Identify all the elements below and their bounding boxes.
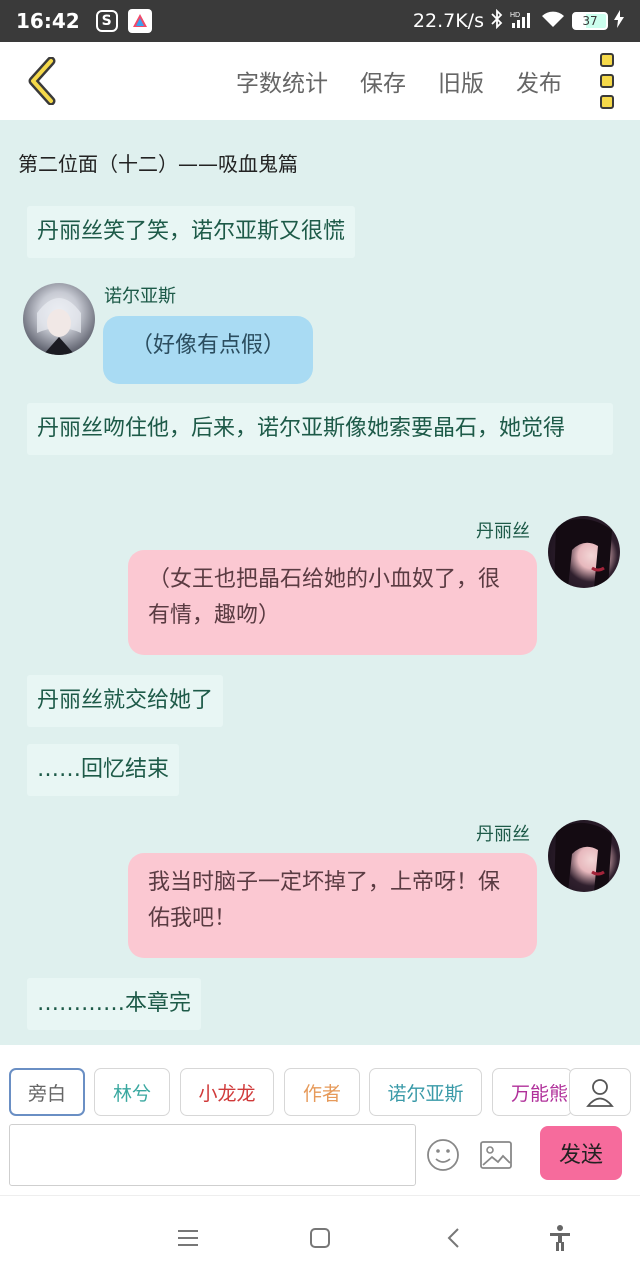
user-icon[interactable] (569, 1068, 631, 1116)
chip-label: 诺尔亚斯 (387, 1082, 464, 1105)
chat-area[interactable]: 第二位面（十二）——吸血鬼篇 丹丽丝笑了笑，诺尔亚斯又很慌 诺尔亚斯 （好像有点… (0, 120, 640, 1045)
word-count-button[interactable]: 字数统计 (236, 64, 328, 98)
character-chip[interactable]: 旁白 (9, 1068, 85, 1116)
chat-bubble-right: （女王也把晶石给她的小血奴了，很有情，趣吻） (128, 550, 537, 655)
narration-message: 丹丽丝笑了笑，诺尔亚斯又很慌 (27, 206, 356, 258)
wifi-icon (540, 9, 566, 34)
chat-bubble-right: 我当时脑子一定坏掉了，上帝呀！保佑我吧！ (128, 853, 537, 958)
speaker-name: 丹丽丝 (476, 824, 530, 845)
character-chip[interactable]: 万能熊 (492, 1068, 572, 1116)
image-icon[interactable] (478, 1137, 514, 1173)
app-a-icon (127, 9, 152, 33)
message-input[interactable] (9, 1124, 416, 1186)
character-chip[interactable]: 诺尔亚斯 (369, 1068, 482, 1116)
back-button[interactable] (12, 51, 72, 111)
home-icon[interactable] (298, 1216, 342, 1260)
chevron-left-icon (28, 57, 56, 105)
hd-signal-icon: HD (510, 9, 534, 34)
avatar-noel[interactable] (23, 283, 95, 355)
emoji-icon[interactable] (425, 1137, 461, 1173)
avatar-danlisi[interactable] (548, 820, 620, 892)
narration-message: …………本章完 (27, 978, 202, 1030)
chip-label: 林兮 (112, 1082, 151, 1105)
chip-label: 万能熊 (511, 1082, 569, 1105)
more-vertical-icon[interactable] (592, 53, 622, 109)
send-button[interactable]: 发送 (540, 1126, 622, 1180)
charging-icon (614, 9, 624, 33)
system-nav-bar (0, 1195, 640, 1280)
battery-icon: 37 (572, 12, 608, 30)
publish-button[interactable]: 发布 (516, 64, 562, 98)
old-version-button[interactable]: 旧版 (438, 64, 484, 98)
menu-icon[interactable] (166, 1216, 210, 1260)
character-chip[interactable]: 作者 (284, 1068, 360, 1116)
narration-message: ……回忆结束 (27, 744, 180, 796)
chip-label: 旁白 (27, 1082, 66, 1105)
net-speed: 22.7K/s (412, 10, 484, 32)
status-bar: 16:42 S 22.7K/s HD 37 (0, 0, 640, 42)
chapter-title: 第二位面（十二）——吸血鬼篇 (18, 152, 298, 176)
character-chip[interactable]: 小龙龙 (180, 1068, 274, 1116)
status-time: 16:42 (16, 9, 80, 33)
speaker-name: 丹丽丝 (476, 521, 530, 542)
speaker-name: 诺尔亚斯 (104, 286, 176, 307)
chat-bubble-left: （好像有点假） (103, 316, 313, 384)
save-button[interactable]: 保存 (360, 64, 406, 98)
top-toolbar: 字数统计 保存 旧版 发布 (0, 42, 640, 120)
svg-text:HD: HD (510, 12, 520, 19)
bluetooth-icon (490, 8, 504, 34)
accessibility-icon[interactable] (538, 1216, 582, 1260)
avatar-danlisi[interactable] (548, 516, 620, 588)
back-icon[interactable] (432, 1216, 476, 1260)
character-chips: 旁白 林兮 小龙龙 作者 诺尔亚斯 万能熊 (0, 1068, 640, 1118)
narration-message: 丹丽丝吻住他，后来，诺尔亚斯像她索要晶石，她觉得 (27, 403, 613, 455)
app-s-icon: S (95, 10, 118, 32)
narration-message: 丹丽丝就交给她了 (27, 675, 224, 727)
character-chip[interactable]: 林兮 (94, 1068, 170, 1116)
chip-label: 小龙龙 (198, 1082, 256, 1105)
composer-panel: 旁白 林兮 小龙龙 作者 诺尔亚斯 万能熊 发送 (0, 1045, 640, 1195)
chip-label: 作者 (302, 1082, 341, 1105)
